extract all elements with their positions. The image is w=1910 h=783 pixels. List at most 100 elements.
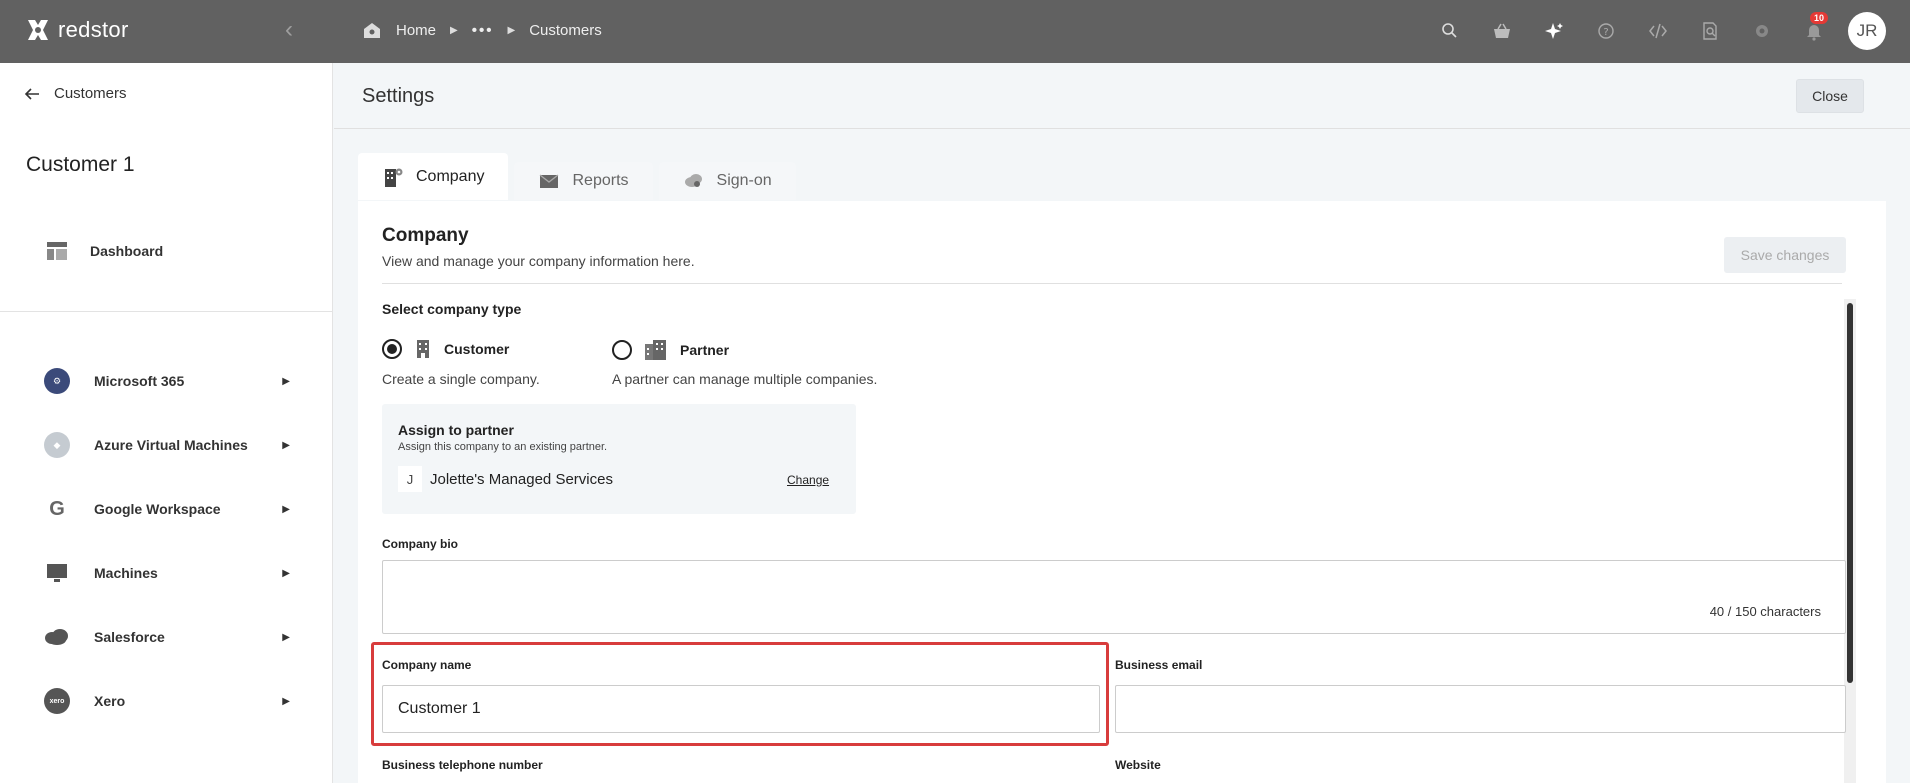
settings-header: Settings Close — [334, 63, 1910, 129]
company-bio-label: Company bio — [382, 537, 459, 551]
customer-title: Customer 1 — [26, 153, 135, 176]
notification-badge: 10 — [1809, 12, 1828, 24]
tab-label: Reports — [572, 172, 629, 189]
svg-text:?: ? — [1603, 27, 1608, 38]
settings-tabs: Company Reports Sign-on — [358, 153, 796, 200]
sidebar-item-azure-vm[interactable]: ◆ Azure Virtual Machines ▶ — [44, 413, 304, 477]
tab-company[interactable]: Company — [358, 153, 509, 200]
monitor-icon — [44, 560, 70, 586]
tab-reports[interactable]: Reports — [514, 162, 653, 200]
radio-label: Customer — [444, 341, 510, 357]
business-email-label: Business email — [1115, 658, 1203, 672]
radio-button-selected[interactable] — [382, 339, 402, 359]
company-icon — [385, 168, 403, 187]
save-changes-button[interactable]: Save changes — [1724, 237, 1846, 273]
logo-text: redstor — [58, 17, 129, 42]
expand-arrow-icon[interactable]: ▶ — [282, 440, 290, 451]
sidebar-item-machines[interactable]: Machines ▶ — [44, 541, 304, 605]
company-panel: Company View and manage your company inf… — [358, 201, 1886, 783]
bell-icon[interactable]: 10 — [1788, 12, 1840, 50]
radio-partner[interactable]: Partner — [612, 339, 729, 361]
breadcrumb-separator-icon: ▶ — [450, 24, 458, 36]
tab-label: Company — [416, 167, 485, 185]
breadcrumb-separator-icon: ▶ — [507, 24, 516, 36]
bio-character-count: 40 / 150 characters — [1709, 604, 1821, 619]
expand-arrow-icon[interactable]: ▶ — [282, 504, 290, 515]
salesforce-icon — [44, 624, 70, 650]
radio-customer[interactable]: Customer — [382, 339, 509, 359]
sidebar-nav: ⚙ Microsoft 365 ▶ ◆ Azure Virtual Machin… — [44, 349, 304, 733]
user-avatar[interactable]: JR — [1848, 12, 1886, 50]
dashboard-label: Dashboard — [90, 243, 164, 259]
assign-partner-subtitle: Assign this company to an existing partn… — [398, 441, 608, 453]
redstor-logo-icon — [28, 20, 48, 40]
section-subtitle: View and manage your company information… — [382, 253, 695, 269]
xero-icon: xero — [44, 688, 70, 714]
partner-avatar: J — [398, 466, 422, 492]
website-label: Website — [1115, 758, 1161, 772]
expand-arrow-icon[interactable]: ▶ — [282, 376, 290, 387]
sidebar: Customers Customer 1 Dashboard ⚙ Microso… — [0, 63, 333, 783]
azure-vm-icon: ◆ — [44, 432, 70, 458]
building-icon — [417, 340, 429, 358]
section-divider — [382, 283, 1842, 284]
section-title: Company — [382, 225, 469, 246]
collapse-sidebar-icon[interactable]: ‹ — [285, 18, 293, 42]
tab-label: Sign-on — [716, 172, 772, 189]
radio-label: Partner — [680, 342, 730, 358]
change-partner-link[interactable]: Change — [787, 473, 829, 487]
company-name-label: Company name — [382, 658, 472, 672]
code-icon[interactable] — [1632, 12, 1684, 50]
radio-button-unselected[interactable] — [612, 340, 632, 360]
help-icon[interactable]: ? — [1580, 12, 1632, 50]
business-telephone-label: Business telephone number — [382, 758, 543, 772]
scrollbar-thumb[interactable] — [1847, 303, 1853, 683]
sidebar-item-microsoft-365[interactable]: ⚙ Microsoft 365 ▶ — [44, 349, 304, 413]
search-icon[interactable] — [1424, 12, 1476, 50]
assign-partner-box: Assign to partner Assign this company to… — [382, 404, 856, 514]
top-bar: redstor ‹ Home ▶ ••• ▶ Customers ? 10 JR — [0, 0, 1910, 63]
back-to-customers-link[interactable]: Customers — [24, 85, 127, 102]
tab-sign-on[interactable]: Sign-on — [658, 162, 796, 200]
sidebar-item-xero[interactable]: xero Xero ▶ — [44, 669, 304, 733]
google-icon: G — [44, 496, 70, 522]
gear-icon[interactable] — [1736, 12, 1788, 50]
sidebar-item-salesforce[interactable]: Salesforce ▶ — [44, 605, 304, 669]
document-search-icon[interactable] — [1684, 12, 1736, 50]
breadcrumb-home[interactable]: Home — [396, 22, 436, 39]
customer-type-description: Create a single company. — [382, 371, 540, 387]
sidebar-item-dashboard[interactable]: Dashboard — [46, 240, 163, 262]
page-title: Settings — [362, 85, 435, 107]
sidebar-item-google-workspace[interactable]: G Google Workspace ▶ — [44, 477, 304, 541]
company-name-input[interactable]: Customer 1 — [382, 685, 1100, 733]
select-company-type-label: Select company type — [382, 301, 522, 317]
buildings-icon — [645, 340, 666, 360]
sidebar-divider — [0, 311, 333, 312]
sidebar-item-label: Microsoft 365 — [94, 373, 185, 389]
sidebar-item-label: Google Workspace — [94, 501, 221, 517]
redstor-logo[interactable]: redstor — [24, 16, 129, 44]
sidebar-item-label: Salesforce — [94, 629, 165, 645]
expand-arrow-icon[interactable]: ▶ — [282, 568, 290, 579]
basket-icon[interactable] — [1476, 12, 1528, 50]
microsoft-365-icon: ⚙ — [44, 368, 70, 394]
envelope-icon — [540, 174, 559, 188]
sidebar-item-label: Machines — [94, 565, 158, 581]
partner-name: Jolette's Managed Services — [430, 471, 613, 488]
expand-arrow-icon[interactable]: ▶ — [282, 632, 290, 643]
arrow-left-icon — [24, 87, 39, 100]
business-email-input[interactable] — [1115, 685, 1846, 733]
sparkle-icon[interactable] — [1528, 12, 1580, 50]
cloud-key-icon — [684, 174, 702, 187]
company-bio-textarea[interactable]: 40 / 150 characters — [382, 560, 1846, 634]
breadcrumb: Home ▶ ••• ▶ Customers — [362, 21, 602, 39]
assign-partner-title: Assign to partner — [398, 422, 514, 438]
expand-arrow-icon[interactable]: ▶ — [282, 696, 290, 707]
sidebar-item-label: Azure Virtual Machines — [94, 437, 248, 453]
home-icon[interactable] — [362, 21, 382, 39]
sidebar-item-label: Xero — [94, 693, 126, 709]
breadcrumb-ellipsis[interactable]: ••• — [472, 22, 494, 39]
breadcrumb-current: Customers — [529, 21, 602, 39]
close-button[interactable]: Close — [1796, 79, 1864, 113]
top-icon-bar: ? 10 JR — [1424, 12, 1886, 50]
